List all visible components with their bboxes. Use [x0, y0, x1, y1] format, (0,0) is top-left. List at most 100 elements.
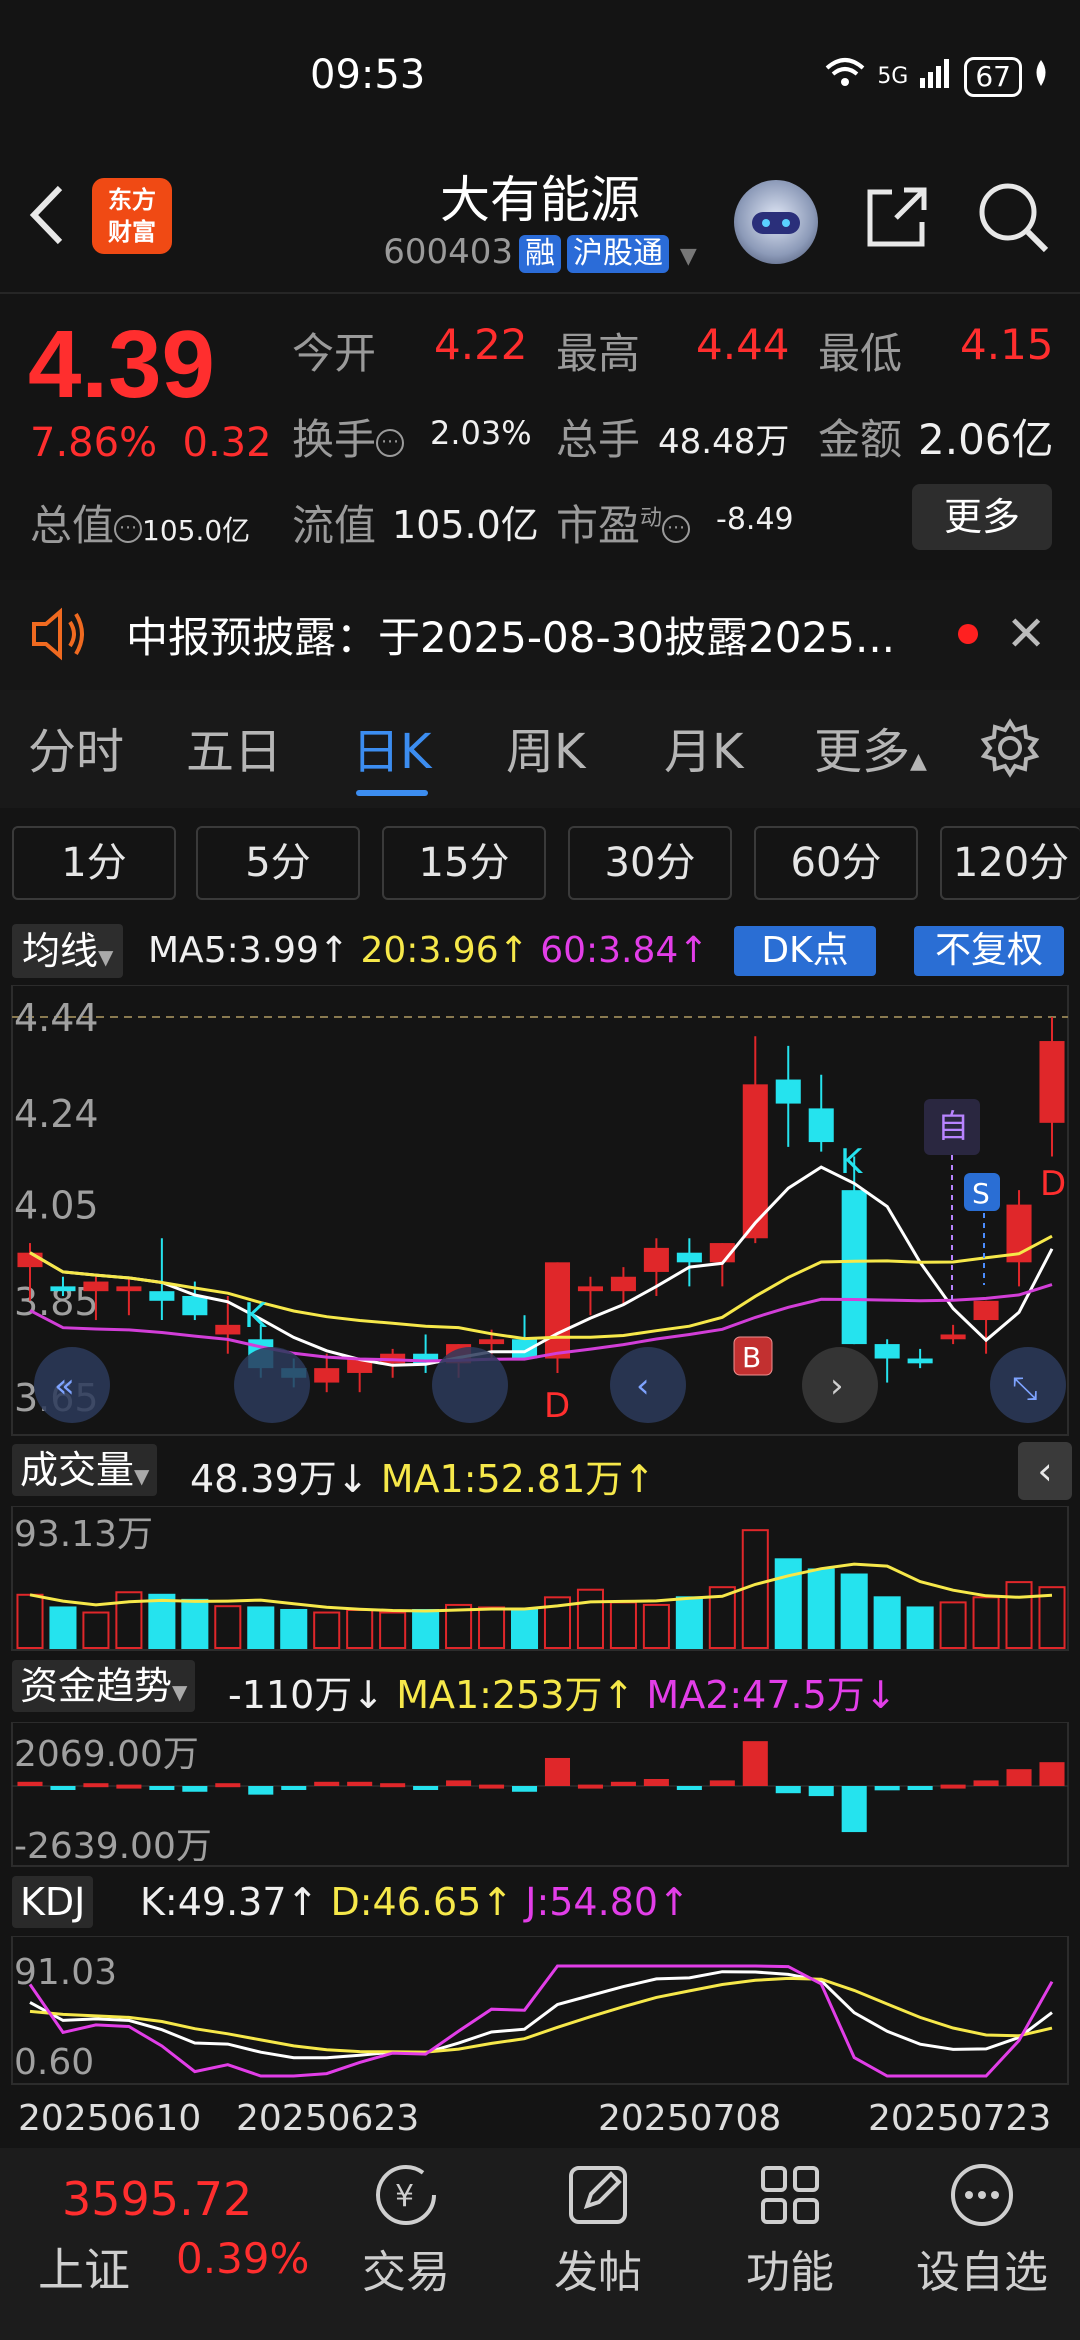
volume-bar	[642, 1603, 670, 1649]
more-dots-icon	[951, 2164, 1013, 2226]
candle-body	[775, 1079, 801, 1104]
adjust-button[interactable]: 不复权	[914, 926, 1064, 976]
zoom-in-button	[432, 1347, 508, 1423]
candle-body	[973, 1300, 999, 1321]
fund-axis-bottom: -2639.00万	[14, 1826, 212, 1867]
volume-axis-top: 93.13万	[14, 1514, 153, 1555]
fund-bar	[1039, 1762, 1065, 1786]
tab-weekly-k[interactable]: 周K	[506, 712, 585, 782]
info-icon[interactable]: ⋯	[662, 514, 691, 543]
nav-post[interactable]: 发帖	[518, 2150, 678, 2300]
fund-current: -110万↓	[228, 1673, 385, 1717]
index-value[interactable]: 3595.72	[62, 2172, 252, 2226]
interval-30min[interactable]: 30分	[568, 826, 732, 900]
assistant-robot-icon[interactable]	[734, 180, 818, 264]
interval-15min[interactable]: 15分	[382, 826, 546, 900]
volume-bar	[16, 1593, 44, 1649]
ma5-value: MA5:3.99↑	[148, 930, 350, 971]
tab-more[interactable]: 更多▲	[814, 712, 927, 782]
search-icon	[979, 183, 1049, 253]
ma20-line	[29, 1234, 1053, 1341]
pe-value: -8.49	[716, 502, 794, 537]
fund-bar	[380, 1783, 406, 1788]
nav-trade[interactable]: ¥ 交易	[326, 2150, 486, 2300]
interval-120min[interactable]: 120分	[940, 826, 1080, 900]
tab-daily-k[interactable]: 日K	[352, 712, 431, 782]
header-divider	[0, 292, 1080, 294]
chevron-left-icon: ‹	[1037, 1449, 1053, 1493]
kdj-k-line	[29, 1970, 1053, 2060]
candle-body	[116, 1286, 142, 1292]
nav-watchlist[interactable]: 设自选	[902, 2150, 1062, 2300]
fund-bar	[973, 1780, 999, 1786]
kdj-axis-top: 91.03	[14, 1952, 117, 1993]
share-button[interactable]	[862, 182, 932, 252]
fund-bar	[907, 1786, 933, 1790]
caret-down-icon: ▼	[134, 1464, 150, 1488]
kdj-values: K:49.37↑ D:46.65↑ J:54.80↑	[140, 1880, 690, 1924]
fund-bar	[182, 1786, 208, 1792]
volume-selector[interactable]: 成交量▼	[12, 1444, 158, 1496]
fund-bar	[709, 1780, 735, 1786]
low-label: 最低	[818, 329, 903, 378]
kdj-chart[interactable]: 91.03 0.60	[0, 1936, 1080, 2086]
apps-grid-icon	[761, 2166, 819, 2224]
tab-five-day[interactable]: 五日	[186, 712, 282, 782]
yen-cycle-icon: ¥	[376, 2165, 436, 2225]
buy-mark-label: B	[742, 1341, 761, 1374]
kline-chart[interactable]: 4.444.244.053.853.65 K K D D B 自 S « ‹ ›…	[0, 985, 1080, 1440]
open-label: 今开	[292, 329, 377, 378]
mark-d1: D	[544, 1386, 570, 1426]
network-label: 5G	[877, 64, 909, 89]
volume-bar	[379, 1611, 407, 1650]
candle-body	[874, 1344, 900, 1359]
fund-bar	[215, 1783, 241, 1788]
interval-1min[interactable]: 1分	[12, 826, 176, 900]
index-name[interactable]: 上证	[38, 2234, 130, 2300]
fund-bar	[413, 1786, 439, 1790]
dk-point-button[interactable]: DK点	[734, 926, 876, 976]
low-value: 4.15	[960, 320, 1054, 369]
amount-value: 2.06亿	[918, 415, 1054, 464]
caret-down-icon: ▼	[679, 244, 697, 269]
volume-bar	[840, 1573, 868, 1649]
fund-ma1: MA1:253万↑	[396, 1673, 635, 1717]
nav-functions[interactable]: 功能	[710, 2150, 870, 2300]
volume-bar	[1005, 1581, 1033, 1649]
kdj-k: K:49.37↑	[140, 1880, 319, 1924]
turnover-value: 2.03%	[430, 414, 532, 452]
search-button[interactable]	[976, 180, 1052, 256]
fund-bar	[874, 1786, 900, 1791]
more-button[interactable]: 更多	[912, 484, 1052, 550]
interval-5min[interactable]: 5分	[196, 826, 360, 900]
collapse-panel-button[interactable]: ‹	[1018, 1442, 1072, 1500]
tab-monthly-k[interactable]: 月K	[664, 712, 743, 782]
kdj-selector[interactable]: KDJ	[12, 1876, 94, 1928]
expand-icon: ⤡	[1012, 1369, 1038, 1407]
volume-value: 48.48万	[658, 422, 790, 462]
tab-intraday[interactable]: 分时	[28, 712, 124, 782]
fund-bar	[83, 1783, 109, 1788]
index-change[interactable]: 0.39%	[176, 2234, 309, 2283]
settings-button[interactable]	[980, 718, 1040, 790]
fund-bar	[544, 1757, 571, 1786]
date-label: 20250708	[598, 2098, 782, 2139]
total-value: 总值 ⋯ 105.0亿	[30, 501, 251, 550]
notice-text[interactable]: 中报预披露：于2025-08-30披露2025...	[126, 604, 895, 665]
battery-icon: 67	[964, 56, 1022, 97]
kdj-j: J:54.80↑	[525, 1880, 690, 1924]
candle-body	[544, 1262, 571, 1359]
close-icon[interactable]: ✕	[1006, 606, 1046, 662]
interval-60min[interactable]: 60分	[754, 826, 918, 900]
price-axis-label: 4.44	[14, 996, 99, 1040]
kdj-d: D:46.65↑	[330, 1880, 514, 1924]
fund-chart[interactable]: 2069.00万 -2639.00万	[0, 1722, 1080, 1868]
info-icon[interactable]: ⋯	[376, 428, 405, 457]
caret-down-icon: ▼	[98, 945, 114, 969]
candle-body	[940, 1334, 966, 1340]
fund-bar	[610, 1781, 636, 1786]
fund-selector[interactable]: 资金趋势▼	[12, 1660, 196, 1712]
ma-selector[interactable]: 均线▼	[12, 924, 124, 978]
volume-chart[interactable]: 93.13万	[0, 1506, 1080, 1652]
info-icon[interactable]: ⋯	[114, 514, 143, 543]
